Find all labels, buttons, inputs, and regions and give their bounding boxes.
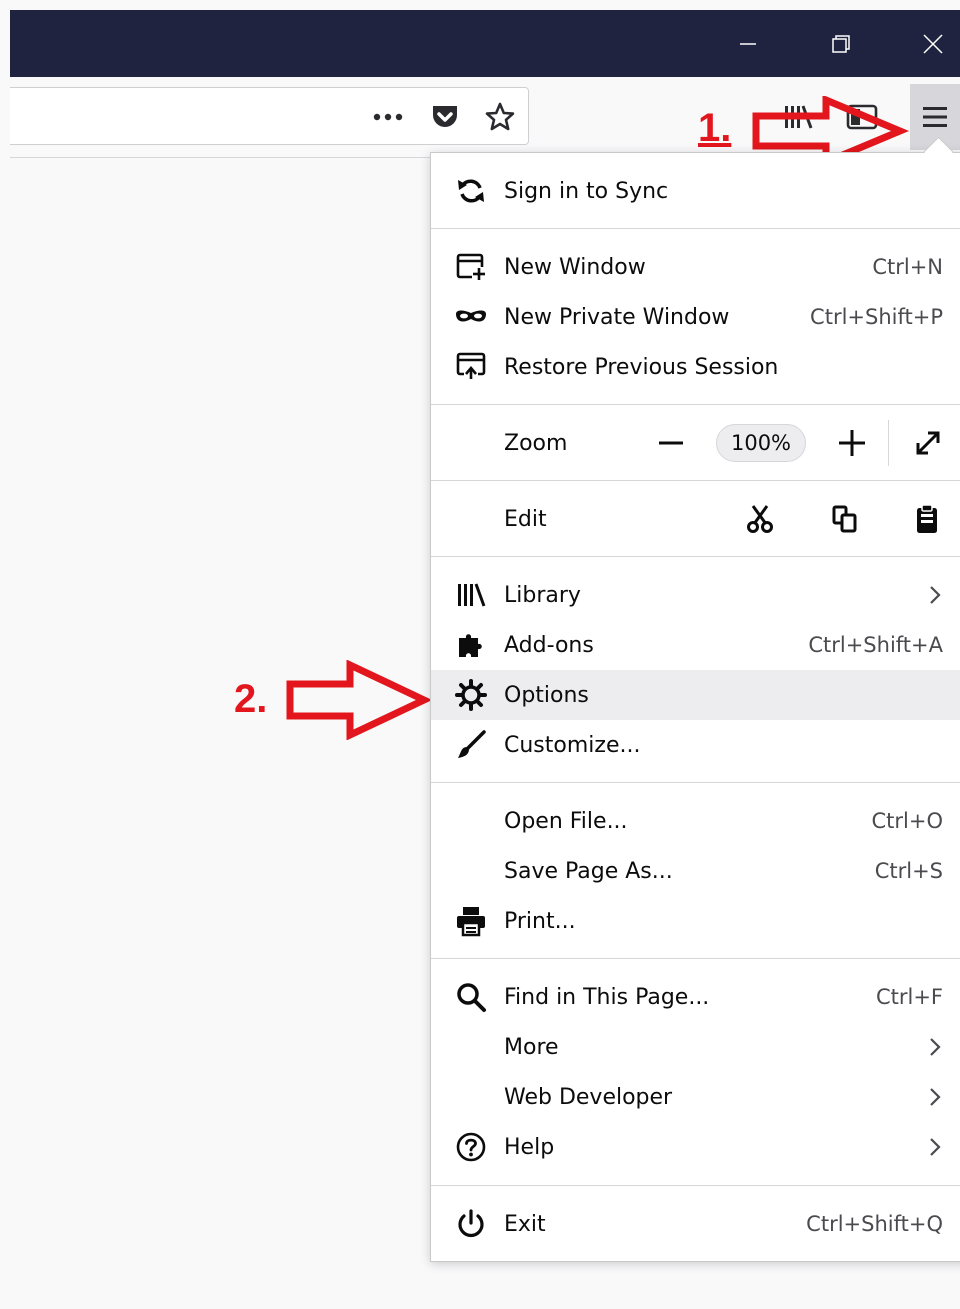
gear-icon [453,677,489,713]
printer-icon [453,903,489,939]
paste-icon[interactable] [909,501,945,537]
menu-item-label: Library [504,582,581,608]
menu-item-label: Options [504,682,589,708]
step-1-label: 1. [698,106,732,150]
chevron-right-icon [928,1135,942,1165]
menu-item-print[interactable]: Print... [431,896,960,946]
menu-separator [431,958,960,959]
power-icon [453,1206,489,1242]
menu-item-shortcut: Ctrl+Shift+Q [806,1212,943,1236]
chevron-right-icon [928,1085,942,1115]
menu-item-label: Zoom [504,430,568,456]
step-2-label: 2. [234,677,268,721]
star-icon[interactable] [484,101,516,133]
zoom-in-button[interactable] [834,425,870,461]
menu-separator [431,228,960,229]
cut-icon[interactable] [742,501,778,537]
menu-item-label: Find in This Page... [504,984,710,1010]
menu-item-open-file[interactable]: Open File... Ctrl+O [431,796,960,846]
chevron-right-icon [928,1035,942,1065]
menu-item-label: Restore Previous Session [504,354,779,380]
menu-item-web-developer[interactable]: Web Developer [431,1072,960,1122]
menu-item-edit: Edit [431,494,960,544]
restore-icon[interactable] [818,10,864,77]
close-icon[interactable] [910,10,956,77]
step-2-arrow [286,660,433,740]
menu-item-zoom: Zoom 100% [431,418,960,468]
menu-item-label: Edit [504,506,547,532]
menu-item-label: Save Page As... [504,858,673,884]
minimize-icon[interactable] [725,10,771,77]
library-icon [453,577,489,613]
menu-item-label: Web Developer [504,1084,673,1110]
menu-item-find[interactable]: Find in This Page... Ctrl+F [431,972,960,1022]
menu-item-save-page[interactable]: Save Page As... Ctrl+S [431,846,960,896]
menu-item-label: More [504,1034,559,1060]
menu-item-customize[interactable]: Customize... [431,720,960,770]
menu-item-label: Exit [504,1211,546,1237]
menu-item-help[interactable]: Help [431,1122,960,1172]
menu-separator [431,556,960,557]
menu-item-sync[interactable]: Sign in to Sync [431,166,960,216]
chevron-right-icon [928,583,942,613]
menu-item-shortcut: Ctrl+N [872,255,943,279]
zoom-divider [888,420,889,466]
menu-item-shortcut: Ctrl+Shift+P [810,305,943,329]
menu-item-exit[interactable]: Exit Ctrl+Shift+Q [431,1199,960,1249]
puzzle-icon [453,627,489,663]
menu-item-shortcut: Ctrl+O [871,809,944,833]
menu-item-shortcut: Ctrl+S [874,859,943,883]
zoom-reset-button[interactable]: 100% [716,424,806,462]
menu-item-label: New Window [504,254,646,280]
menu-item-more[interactable]: More [431,1022,960,1072]
menu-item-addons[interactable]: Add-ons Ctrl+Shift+A [431,620,960,670]
menu-item-new-window[interactable]: New Window Ctrl+N [431,242,960,292]
menu-separator [431,1185,960,1186]
restore-session-icon [453,349,489,385]
menu-separator [431,480,960,481]
menu-separator [431,782,960,783]
pocket-icon[interactable] [429,101,461,133]
menu-separator [431,404,960,405]
url-bar[interactable] [10,87,529,145]
menu-item-shortcut: Ctrl+Shift+A [808,633,943,657]
paintbrush-icon [453,727,489,763]
sync-icon [453,173,489,209]
new-window-icon [453,249,489,285]
help-icon [453,1129,489,1165]
menu-item-shortcut: Ctrl+F [875,985,943,1009]
title-bar [10,10,960,77]
zoom-out-button[interactable] [653,425,689,461]
copy-icon[interactable] [827,501,863,537]
menu-item-label: Customize... [504,732,641,758]
menu-item-restore-session[interactable]: Restore Previous Session [431,342,960,392]
more-dots-icon[interactable] [372,101,404,133]
search-icon [453,979,489,1015]
menu-item-new-private-window[interactable]: New Private Window Ctrl+Shift+P [431,292,960,342]
menu-item-label: Add-ons [504,632,594,658]
fullscreen-icon[interactable] [910,425,946,461]
menu-item-label: Sign in to Sync [504,178,669,204]
menu-item-library[interactable]: Library [431,570,960,620]
menu-item-label: Print... [504,908,576,934]
menu-item-label: Help [504,1134,555,1160]
private-mask-icon [453,299,489,335]
menu-item-label: Open File... [504,808,628,834]
menu-item-label: New Private Window [504,304,730,330]
menu-item-options[interactable]: Options [431,670,960,720]
